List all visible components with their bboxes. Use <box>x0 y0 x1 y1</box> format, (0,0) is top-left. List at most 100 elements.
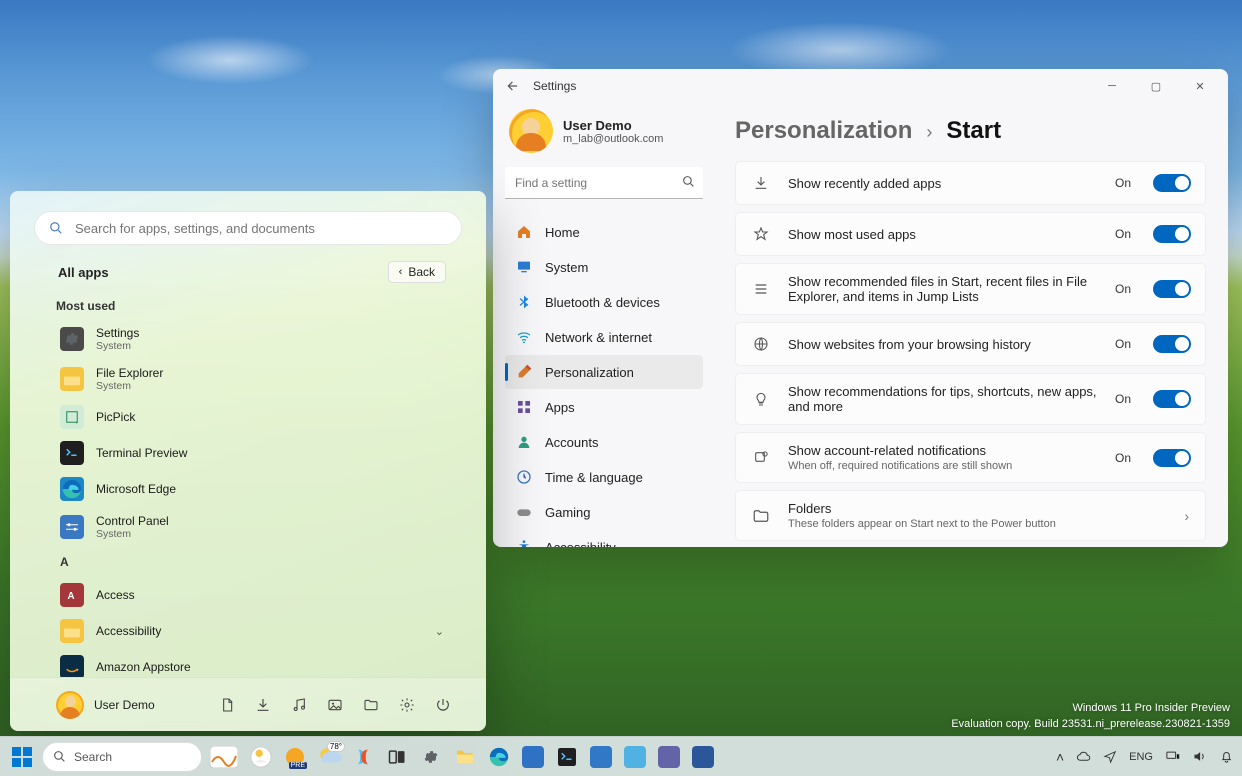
start-header: All apps ‹ Back <box>10 255 486 285</box>
location-icon[interactable] <box>1103 750 1117 764</box>
breadcrumb: Personalization › Start <box>735 117 1206 145</box>
breadcrumb-parent[interactable]: Personalization <box>735 117 912 145</box>
edge-icon[interactable] <box>484 742 514 772</box>
nav-time-language[interactable]: Time & language <box>505 460 703 494</box>
settings-content: Personalization › Start Show recently ad… <box>715 103 1228 547</box>
notifications-icon[interactable] <box>1219 749 1234 764</box>
setting-row[interactable]: Show most used apps On <box>735 212 1206 256</box>
documents-icon[interactable] <box>218 696 236 714</box>
app-1[interactable]: PRE <box>280 742 310 772</box>
nav-gaming[interactable]: Gaming <box>505 495 703 529</box>
word-icon[interactable] <box>688 742 718 772</box>
toggle-switch[interactable] <box>1153 225 1191 243</box>
task-view-icon[interactable] <box>382 742 412 772</box>
footer-user-name[interactable]: User Demo <box>94 698 155 712</box>
folder-icon <box>60 619 84 643</box>
toggle-switch[interactable] <box>1153 280 1191 298</box>
start-back-button[interactable]: ‹ Back <box>388 261 446 283</box>
setting-subtitle: When off, required notifications are sti… <box>788 460 1099 472</box>
settings-icon[interactable] <box>416 742 446 772</box>
taskbar-search[interactable]: Search <box>42 742 202 772</box>
settings-titlebar[interactable]: Settings ─ ▢ ✕ <box>493 69 1228 103</box>
accounts-icon <box>515 433 533 451</box>
nav-label: Accessibility <box>545 540 616 548</box>
start-search[interactable] <box>34 211 462 245</box>
nav-accessibility[interactable]: Accessibility <box>505 530 703 547</box>
amazon-icon <box>60 655 84 677</box>
settings-search-input[interactable] <box>505 167 703 199</box>
nav-network-internet[interactable]: Network & internet <box>505 320 703 354</box>
terminal-icon[interactable] <box>552 742 582 772</box>
app-2[interactable]: 78° <box>314 742 344 772</box>
app-picpick[interactable]: + PicPick <box>56 399 466 435</box>
toggle-switch[interactable] <box>1153 390 1191 408</box>
home-icon <box>515 223 533 241</box>
nav-home[interactable]: Home <box>505 215 703 249</box>
network-icon[interactable] <box>1165 749 1180 764</box>
start-search-input[interactable] <box>73 220 447 237</box>
maximize-button[interactable]: ▢ <box>1134 71 1178 101</box>
downloads-icon[interactable] <box>254 696 272 714</box>
pictures-icon[interactable] <box>326 696 344 714</box>
start-app-list[interactable]: Most used Settings System File Explorer … <box>10 285 486 677</box>
onedrive-icon[interactable] <box>1076 749 1091 764</box>
language-indicator[interactable]: ENG <box>1129 751 1153 763</box>
toggle-switch[interactable] <box>1153 174 1191 192</box>
letter-heading-a[interactable]: A <box>60 555 462 569</box>
settings-search[interactable] <box>505 167 703 199</box>
settings-account-header[interactable]: User Demo m_lab@outlook.com <box>505 103 703 167</box>
toggle-switch[interactable] <box>1153 449 1191 467</box>
user-avatar[interactable] <box>56 691 84 719</box>
settings-sidebar: User Demo m_lab@outlook.com Home System … <box>493 103 715 547</box>
app-name: Accessibility <box>96 624 161 638</box>
nav-label: Time & language <box>545 470 643 485</box>
start-button[interactable] <box>8 743 36 771</box>
app-microsoft-edge[interactable]: Microsoft Edge <box>56 471 466 507</box>
explorer-icon[interactable] <box>450 742 480 772</box>
widget-icon[interactable] <box>246 742 276 772</box>
accessibility-icon <box>515 538 533 547</box>
app-access[interactable]: A Access <box>56 577 466 613</box>
toggle-switch[interactable] <box>1153 335 1191 353</box>
nav-bluetooth-devices[interactable]: Bluetooth & devices <box>505 285 703 319</box>
teams-icon[interactable] <box>654 742 684 772</box>
search-icon <box>49 221 63 235</box>
volume-icon[interactable] <box>1192 749 1207 764</box>
notepad-icon[interactable] <box>620 742 650 772</box>
settings-icon[interactable] <box>398 696 416 714</box>
copilot-icon[interactable] <box>348 742 378 772</box>
watermark-line1: Windows 11 Pro Insider Preview <box>951 701 1230 716</box>
setting-row[interactable]: Show recommended files in Start, recent … <box>735 263 1206 315</box>
widgets-button[interactable] <box>206 742 242 772</box>
app-name: Amazon Appstore <box>96 660 191 674</box>
file-explorer-icon[interactable] <box>362 696 380 714</box>
badge-icon <box>750 447 772 469</box>
app-control-panel[interactable]: Control Panel System <box>56 507 466 547</box>
apps-icon <box>515 398 533 416</box>
nav-accounts[interactable]: Accounts <box>505 425 703 459</box>
music-icon[interactable] <box>290 696 308 714</box>
nav-personalization[interactable]: Personalization <box>505 355 703 389</box>
tray-chevron-icon[interactable]: ˄ <box>1056 749 1064 765</box>
app-name: Terminal Preview <box>96 446 187 460</box>
nav-apps[interactable]: Apps <box>505 390 703 424</box>
close-button[interactable]: ✕ <box>1178 71 1222 101</box>
settings-nav: Home System Bluetooth & devices Network … <box>505 215 703 547</box>
setting-row[interactable]: Show recently added apps On <box>735 161 1206 205</box>
setting-folders[interactable]: Folders These folders appear on Start ne… <box>735 490 1206 541</box>
back-button[interactable] <box>499 72 527 100</box>
app-file-explorer[interactable]: File Explorer System <box>56 359 466 399</box>
minimize-button[interactable]: ─ <box>1090 71 1134 101</box>
setting-row[interactable]: Show account-related notifications When … <box>735 432 1206 483</box>
wifi-icon <box>515 328 533 346</box>
phone-link-icon[interactable] <box>586 742 616 772</box>
setting-row[interactable]: Show websites from your browsing history… <box>735 322 1206 366</box>
app-accessibility[interactable]: Accessibility ⌄ <box>56 613 466 649</box>
app-settings[interactable]: Settings System <box>56 319 466 359</box>
nav-system[interactable]: System <box>505 250 703 284</box>
app-terminal-preview[interactable]: Terminal Preview <box>56 435 466 471</box>
store-icon[interactable] <box>518 742 548 772</box>
app-amazon-appstore[interactable]: Amazon Appstore <box>56 649 466 677</box>
power-icon[interactable] <box>434 696 452 714</box>
setting-row[interactable]: Show recommendations for tips, shortcuts… <box>735 373 1206 425</box>
